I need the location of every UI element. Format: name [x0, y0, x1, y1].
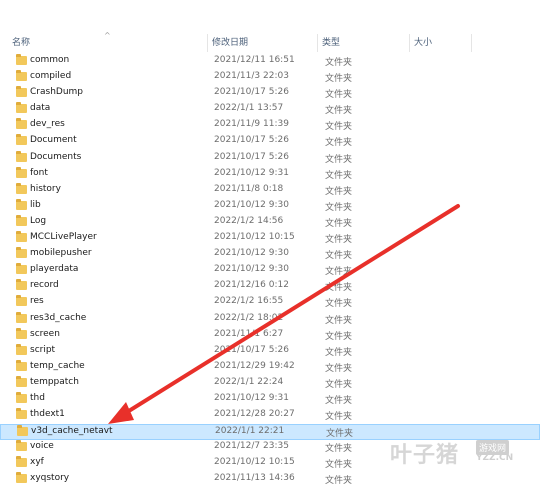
annotation-arrow: [108, 204, 460, 424]
annotation-arrow-shaft: [122, 204, 460, 416]
watermark-logo-text: 叶子猪: [390, 443, 460, 468]
watermark-url: YZZ.CN: [476, 453, 514, 463]
watermark: 叶子猪 游戏网 YZZ.CN: [390, 437, 535, 468]
annotation-arrow-head: [108, 402, 134, 424]
